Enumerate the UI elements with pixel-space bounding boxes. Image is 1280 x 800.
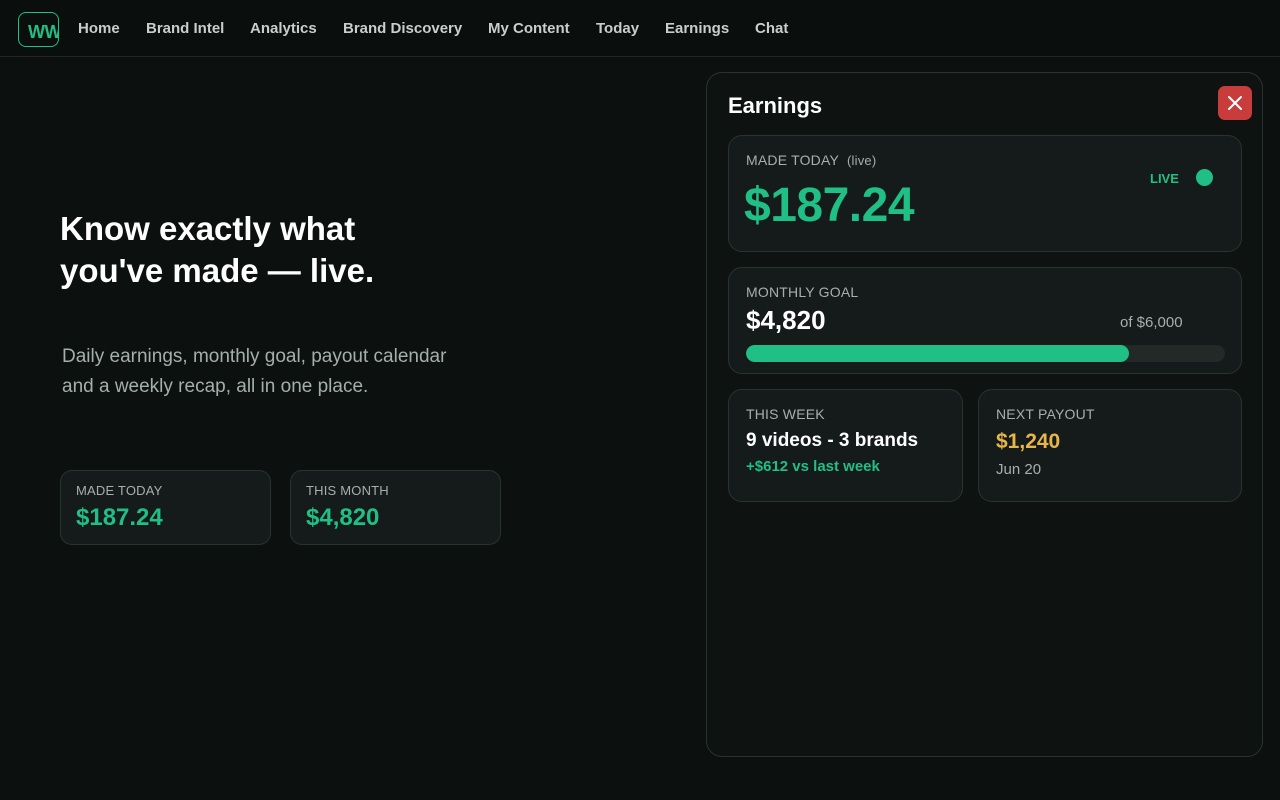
made-today-label-text: MADE TODAY (746, 152, 840, 168)
next-payout-amount: $1,240 (996, 430, 1061, 453)
made-today-card: MADE TODAY (live) $187.24 LIVE (728, 135, 1242, 252)
this-week-delta: +$612 vs last week (746, 458, 880, 475)
close-icon (1228, 96, 1242, 110)
monthly-goal-label: MONTHLY GOAL (746, 284, 859, 300)
panel-title: Earnings (728, 93, 823, 118)
monthly-goal-value: $4,820 (746, 305, 826, 335)
hero-card-this-month: THIS MONTH $4,820 (290, 470, 501, 545)
made-today-value: $187.24 (744, 179, 915, 232)
nav-item-my-content[interactable]: My Content (488, 20, 570, 37)
hero-card-label: THIS MONTH (306, 483, 389, 498)
top-nav: WW Home Brand Intel Analytics Brand Disc… (0, 0, 1280, 57)
next-payout-date: Jun 20 (996, 461, 1042, 478)
nav-item-earnings[interactable]: Earnings (665, 20, 729, 37)
next-payout-card: NEXT PAYOUT $1,240 Jun 20 (978, 389, 1242, 502)
monthly-goal-target: of $6,000 (1120, 314, 1183, 331)
nav-item-analytics[interactable]: Analytics (250, 20, 317, 37)
goal-progress-bar (746, 345, 1225, 362)
live-badge: LIVE (1150, 171, 1179, 186)
hero-card-value: $187.24 (76, 504, 163, 531)
nav-item-chat[interactable]: Chat (755, 20, 788, 37)
nav-item-today[interactable]: Today (596, 20, 639, 37)
this-week-card: THIS WEEK 9 videos - 3 brands +$612 vs l… (728, 389, 963, 502)
hero-card-label: MADE TODAY (76, 483, 163, 498)
monthly-goal-card: MONTHLY GOAL $4,820 of $6,000 (728, 267, 1242, 374)
hero-card-made-today: MADE TODAY $187.24 (60, 470, 271, 545)
made-today-live-suffix: (live) (847, 153, 877, 168)
goal-progress-fill (746, 345, 1130, 362)
live-indicator-dot (1196, 169, 1213, 186)
close-button[interactable] (1218, 86, 1252, 120)
this-week-label: THIS WEEK (746, 406, 825, 422)
nav-item-brand-discovery[interactable]: Brand Discovery (343, 20, 462, 37)
app-logo[interactable]: WW (18, 12, 59, 47)
this-week-summary: 9 videos - 3 brands (746, 430, 919, 451)
nav-item-home[interactable]: Home (78, 20, 120, 37)
next-payout-label: NEXT PAYOUT (996, 406, 1095, 422)
hero-title: Know exactly what you've made — live. (60, 210, 375, 289)
earnings-panel: Earnings MADE TODAY (live) $187.24 LIVE M… (706, 72, 1263, 757)
made-today-label: MADE TODAY (live) (746, 152, 876, 168)
hero-subtitle: Daily earnings, monthly goal, payout cal… (62, 346, 447, 397)
nav-item-brand-intel[interactable]: Brand Intel (146, 20, 224, 37)
hero-card-value: $4,820 (306, 504, 380, 531)
